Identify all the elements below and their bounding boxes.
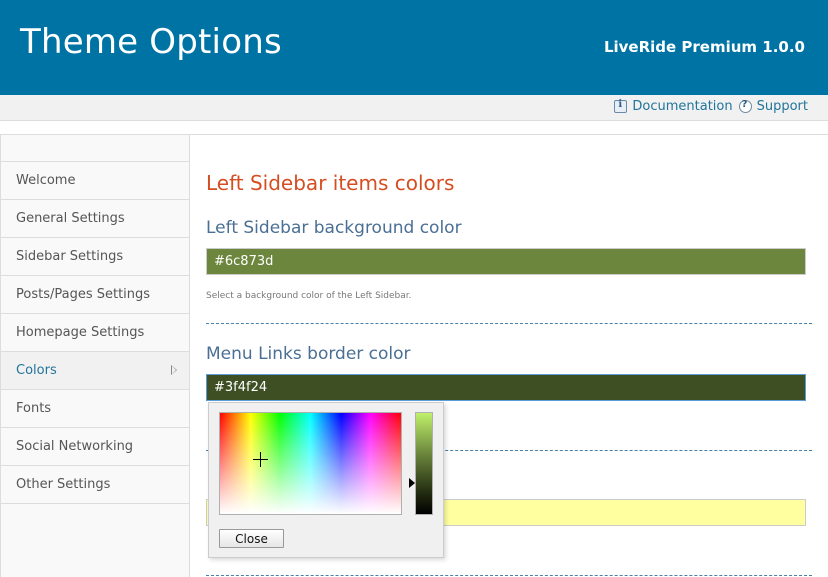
toolbar: Documentation Support bbox=[0, 95, 828, 121]
option-label-menu-links-border: Menu Links border color bbox=[206, 344, 411, 364]
option-description-sidebar-bg: Select a background color of the Left Si… bbox=[206, 291, 412, 301]
help-icon bbox=[738, 99, 752, 113]
section-title: Left Sidebar items colors bbox=[206, 171, 455, 195]
support-link[interactable]: Support bbox=[738, 99, 808, 114]
color-spectrum[interactable] bbox=[219, 412, 402, 515]
sidebar-item-label: Colors bbox=[16, 363, 57, 378]
theme-version: LiveRide Premium 1.0.0 bbox=[603, 38, 805, 56]
sidebar-item-label: Other Settings bbox=[16, 477, 111, 492]
sidebar-item-general-settings[interactable]: General Settings bbox=[1, 200, 189, 238]
sidebar-spacer bbox=[1, 135, 189, 162]
sidebar-item-fonts[interactable]: Fonts bbox=[1, 390, 189, 428]
documentation-label: Documentation bbox=[632, 99, 733, 114]
sidebar-item-label: Homepage Settings bbox=[16, 325, 145, 340]
sidebar-item-label: Social Networking bbox=[16, 439, 134, 454]
section-divider bbox=[206, 323, 812, 324]
sidebar-item-homepage-settings[interactable]: Homepage Settings bbox=[1, 314, 189, 352]
sidebar-item-social-networking[interactable]: Social Networking bbox=[1, 428, 189, 466]
sidebar-bg-color-input[interactable] bbox=[206, 248, 806, 275]
brightness-slider[interactable] bbox=[415, 412, 433, 515]
sidebar-item-label: Posts/Pages Settings bbox=[16, 287, 151, 302]
option-label-sidebar-bg: Left Sidebar background color bbox=[206, 218, 462, 238]
close-button[interactable]: Close bbox=[219, 529, 284, 548]
sidebar-item-colors[interactable]: Colors bbox=[1, 352, 189, 390]
sidebar-item-label: Fonts bbox=[16, 401, 52, 416]
help-links: Documentation Support bbox=[608, 99, 808, 114]
sidebar-item-other-settings[interactable]: Other Settings bbox=[1, 466, 189, 504]
chevron-right-icon bbox=[171, 365, 177, 375]
menu-links-border-color-input[interactable] bbox=[206, 374, 806, 401]
page-title: Theme Options bbox=[20, 22, 282, 62]
support-label: Support bbox=[756, 99, 808, 114]
color-picker: Close bbox=[208, 402, 444, 558]
sidebar-item-label: Sidebar Settings bbox=[16, 249, 124, 264]
slider-arrow-icon[interactable] bbox=[409, 478, 415, 488]
sidebar-item-label: Welcome bbox=[16, 173, 76, 188]
sidebar: Welcome General Settings Sidebar Setting… bbox=[1, 135, 190, 577]
crosshair-icon[interactable] bbox=[253, 452, 268, 467]
sidebar-item-posts-pages-settings[interactable]: Posts/Pages Settings bbox=[1, 276, 189, 314]
section-divider bbox=[206, 575, 812, 576]
info-icon bbox=[614, 99, 628, 113]
sidebar-item-welcome[interactable]: Welcome bbox=[1, 162, 189, 200]
documentation-link[interactable]: Documentation bbox=[614, 99, 733, 114]
sidebar-item-sidebar-settings[interactable]: Sidebar Settings bbox=[1, 238, 189, 276]
sidebar-item-label: General Settings bbox=[16, 211, 125, 226]
header: Theme Options LiveRide Premium 1.0.0 bbox=[0, 0, 828, 95]
